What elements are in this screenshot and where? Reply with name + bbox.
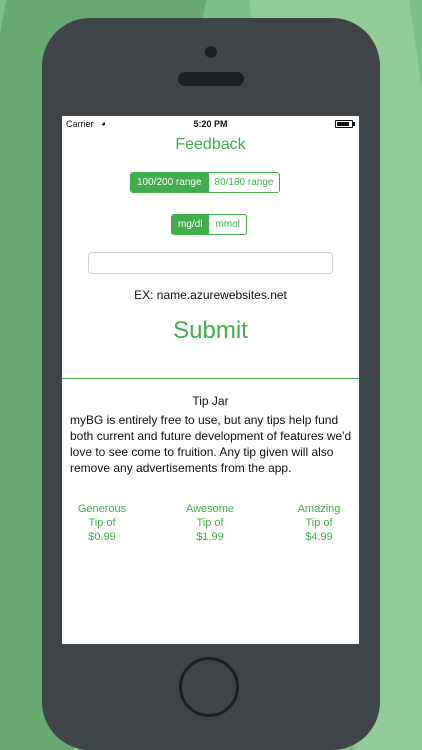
home-button[interactable] xyxy=(179,657,239,717)
app-screen: Carrier ◕ 5:20 PM Feedback 100/200 range… xyxy=(62,116,359,644)
speaker-grille xyxy=(178,72,244,86)
camera-icon xyxy=(205,46,217,58)
segment-mmol[interactable]: mmol xyxy=(208,215,246,234)
section-divider xyxy=(62,378,359,379)
unit-segmented-control: mg/dl mmol xyxy=(171,214,247,235)
submit-button[interactable]: Submit xyxy=(62,316,359,346)
segment-mg-dl[interactable]: mg/dl xyxy=(172,215,209,234)
tip-label: Awesome xyxy=(185,503,235,515)
range-segmented-control: 100/200 range 80/180 range xyxy=(130,172,281,193)
example-hint: EX: name.azurewebsites.net xyxy=(134,288,287,302)
tip-label: Amazing xyxy=(297,503,341,515)
tip-jar-title: Tip Jar xyxy=(192,394,229,408)
url-input[interactable] xyxy=(88,252,333,274)
tip-price: $0.99 xyxy=(88,531,116,543)
tip-line: Tip of xyxy=(196,517,224,529)
tip-label: Generous xyxy=(77,503,127,515)
tip-price: $4.99 xyxy=(305,531,333,543)
segment-100-200-range[interactable]: 100/200 range xyxy=(131,173,208,192)
tip-button-generous[interactable]: Generous Tip of $0.99 xyxy=(62,502,142,544)
segment-80-180-range[interactable]: 80/180 range xyxy=(207,173,280,192)
tip-button-awesome[interactable]: Awesome Tip of $1.99 xyxy=(170,502,250,544)
status-time: 5:20 PM xyxy=(193,119,228,129)
status-bar: Carrier ◕ 5:20 PM xyxy=(62,116,359,132)
battery-icon xyxy=(335,120,355,128)
tip-price: $1.99 xyxy=(196,531,224,543)
tip-jar-description: myBG is entirely free to use, but any ti… xyxy=(70,413,352,475)
page-title: Feedback xyxy=(175,136,246,153)
tip-line: Tip of xyxy=(88,517,116,529)
tip-line: Tip of xyxy=(305,517,333,529)
tip-button-amazing[interactable]: Amazing Tip of $4.99 xyxy=(279,502,359,544)
